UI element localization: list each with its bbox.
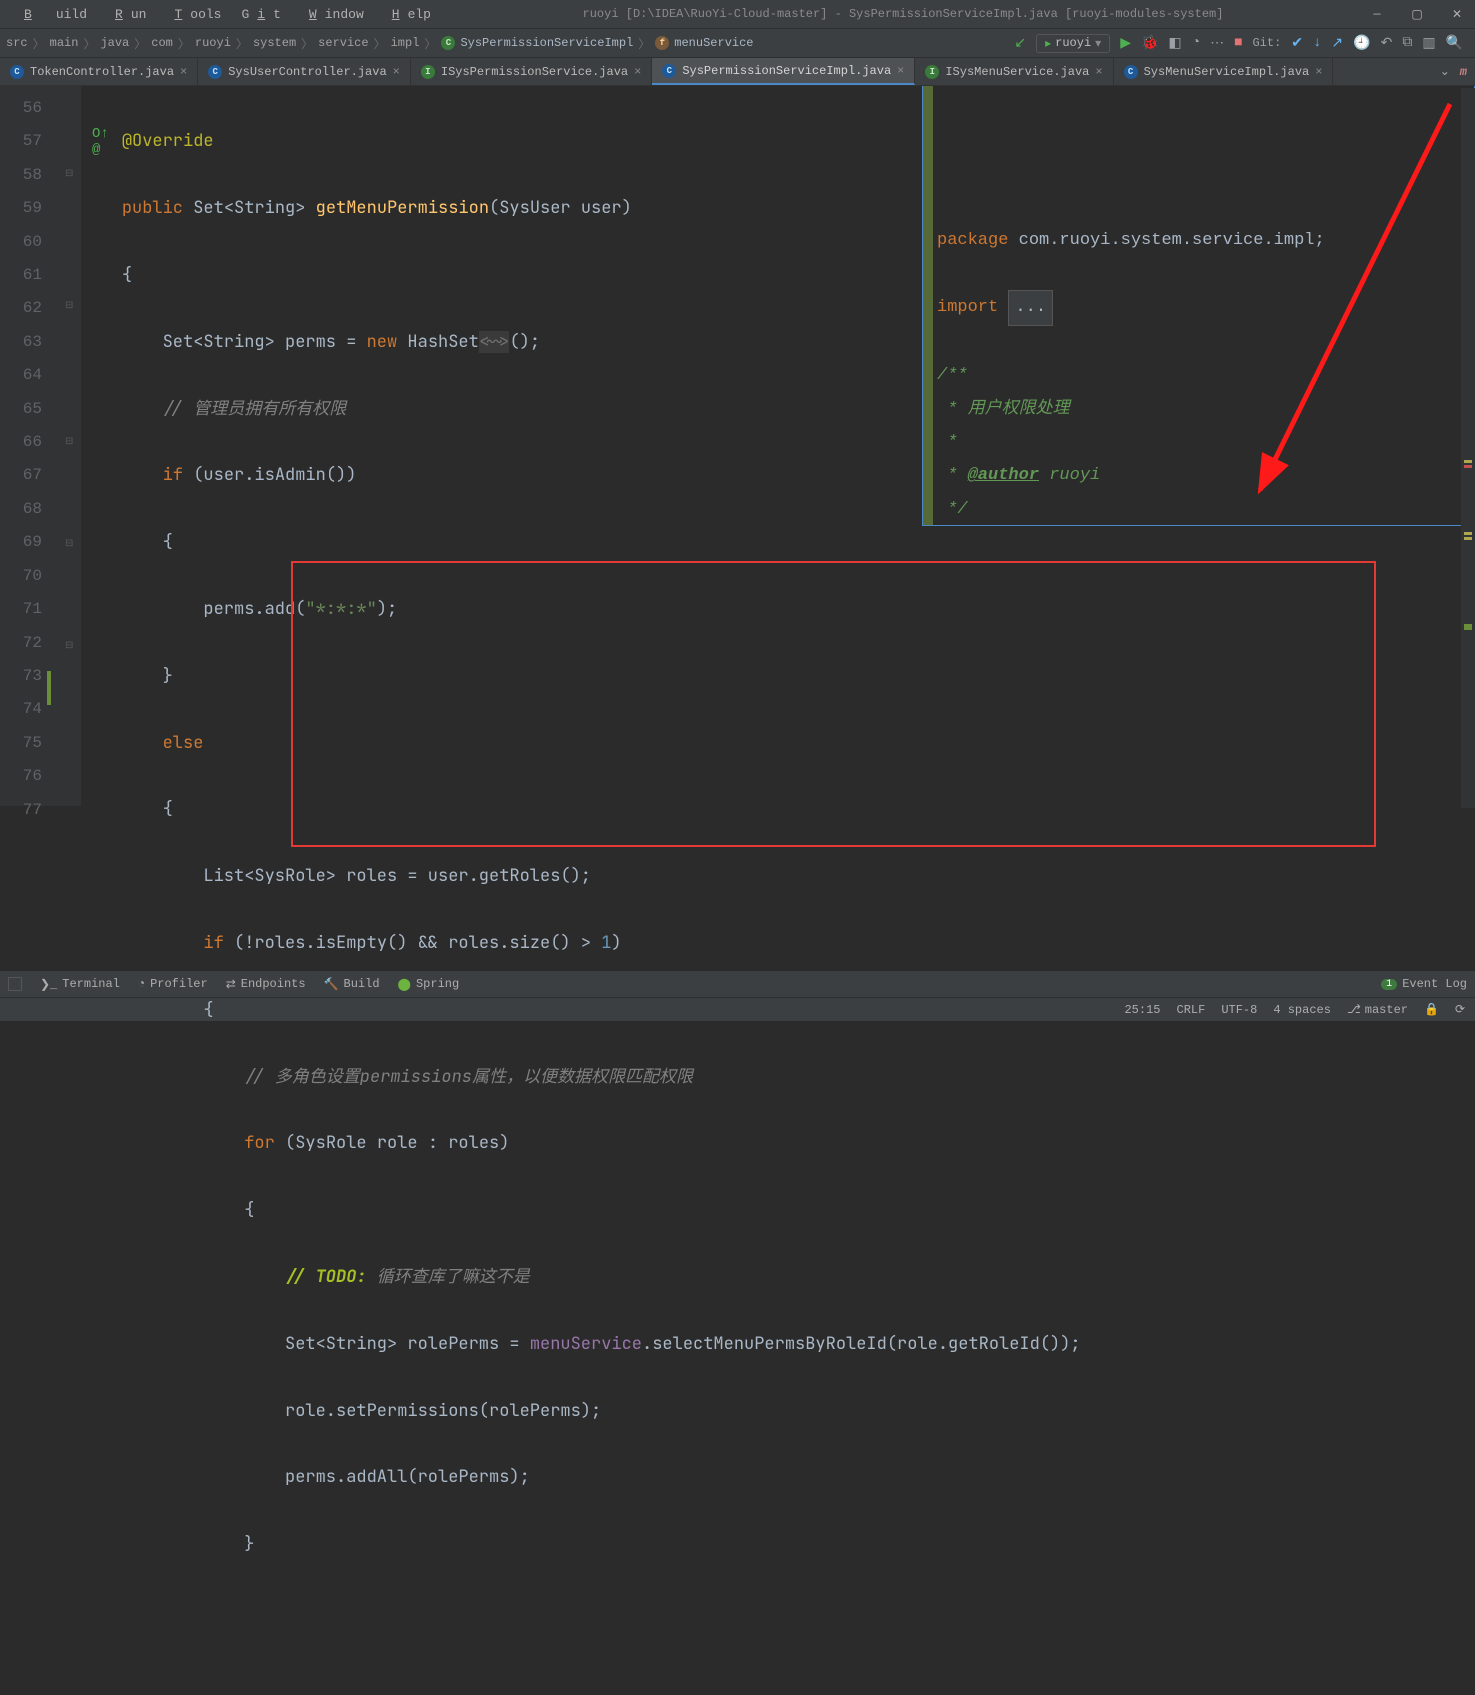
fold-icon[interactable]: ⊟ (65, 640, 73, 652)
vcs-change-marker[interactable] (47, 671, 51, 705)
push-icon[interactable]: ↗ (1331, 35, 1343, 52)
fold-icon[interactable]: ⊟ (65, 538, 73, 550)
fold-icon[interactable]: ⊟ (65, 300, 73, 312)
rollback-icon[interactable]: ↶ (1381, 35, 1393, 52)
line-gutter: 565758 596061 626364 656667 686970 71727… (0, 86, 45, 806)
commit-icon[interactable]: ✔ (1291, 35, 1303, 52)
tab-sysusercontroller[interactable]: CSysUserController.java× (198, 58, 411, 85)
tabs-corner-icon: m (1460, 65, 1475, 79)
menu-window[interactable]: Window (293, 5, 372, 24)
tab-isyspermissionservice[interactable]: IISysPermissionService.java× (411, 58, 652, 85)
history-icon[interactable]: 🕘 (1353, 35, 1370, 52)
field-icon: f (655, 36, 669, 50)
main-menu: Build Run Tools Git Window Help (8, 5, 439, 24)
close-icon[interactable]: ✕ (1447, 7, 1467, 22)
error-stripe[interactable] (1461, 88, 1475, 808)
maximize-icon[interactable]: ▢ (1407, 7, 1427, 22)
toolwindow-toggle-icon[interactable] (8, 977, 22, 991)
attach-icon[interactable]: ⋯ (1210, 35, 1224, 52)
titlebar: Build Run Tools Git Window Help ruoyi [D… (0, 0, 1475, 28)
close-tab-icon[interactable]: × (180, 65, 187, 79)
breadcrumb[interactable]: src〉 main〉 java〉 com〉 ruoyi〉 system〉 ser… (6, 35, 754, 52)
window-title: ruoyi [D:\IDEA\RuoYi-Cloud-master] - Sys… (439, 7, 1367, 21)
menu-help[interactable]: Help (376, 5, 439, 24)
ide-settings-icon[interactable]: ▥ (1422, 35, 1435, 52)
close-tab-icon[interactable]: × (634, 65, 641, 79)
search-icon[interactable]: 🔍 (1446, 35, 1463, 52)
menu-build[interactable]: Build (8, 5, 95, 24)
editor[interactable]: 565758 596061 626364 656667 686970 71727… (0, 86, 1475, 806)
run-config-dropdown[interactable]: ▸ruoyi▾ (1036, 34, 1110, 53)
fold-icon[interactable]: ⊟ (65, 168, 73, 180)
tab-syspermissionserviceimpl[interactable]: CSysPermissionServiceImpl.java× (652, 58, 915, 85)
fold-import-icon[interactable]: ... (1008, 290, 1053, 325)
coverage-icon[interactable]: ◧ (1168, 35, 1181, 52)
menu-tools[interactable]: Tools (158, 5, 229, 24)
run-icon[interactable]: ▶ (1120, 35, 1131, 52)
tab-isysmenuservice[interactable]: IISysMenuService.java× (915, 58, 1113, 85)
minimize-icon[interactable]: — (1367, 7, 1387, 22)
fold-icon[interactable]: ⊟ (65, 436, 73, 448)
git-label: Git: (1252, 36, 1281, 50)
stop-icon[interactable]: ■ (1234, 35, 1242, 51)
class-icon: C (441, 36, 455, 50)
peek-definition-panel[interactable]: package com.ruoyi.system.service.impl; i… (922, 86, 1475, 526)
debug-icon[interactable]: 🐞 (1141, 35, 1158, 52)
menu-run[interactable]: Run (99, 5, 154, 24)
close-tab-icon[interactable]: × (1315, 65, 1322, 79)
profile-icon[interactable]: ◔ (1192, 35, 1200, 51)
update-icon[interactable]: ↓ (1313, 35, 1321, 51)
back-arrow-icon[interactable]: ↙ (1014, 35, 1026, 52)
editor-tabs: CTokenController.java× CSysUserControlle… (0, 58, 1475, 86)
nav-toolbar: src〉 main〉 java〉 com〉 ruoyi〉 system〉 ser… (0, 28, 1475, 58)
code-with-me-icon[interactable]: ⧉ (1402, 35, 1412, 51)
close-tab-icon[interactable]: × (1095, 65, 1102, 79)
close-tab-icon[interactable]: × (897, 64, 904, 78)
close-tab-icon[interactable]: × (393, 65, 400, 79)
tab-tokencontroller[interactable]: CTokenController.java× (0, 58, 198, 85)
terminal-icon: ❯_ (40, 977, 57, 992)
tabs-more-icon[interactable]: ⌄ (1430, 64, 1460, 79)
menu-git[interactable]: Git (233, 5, 288, 24)
gutter-icons: O↑ @ ⊟ ⊟ ⊟ ⊟ ⊟ (45, 86, 81, 806)
tab-sysmenuserviceimpl[interactable]: CSysMenuServiceImpl.java× (1114, 58, 1334, 85)
